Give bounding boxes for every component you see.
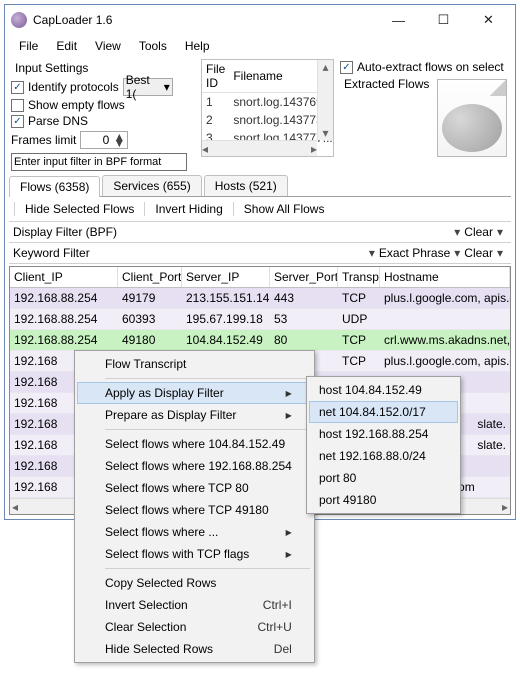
grid-body: 192.168.88.25449179213.155.151.149443TCP… (10, 288, 510, 498)
auto-extract-checkbox[interactable]: ✓ (340, 61, 353, 74)
display-filter-clear-dd[interactable]: ▾ (493, 225, 507, 239)
tab-hosts[interactable]: Hosts (521) (204, 175, 288, 196)
menu-view[interactable]: View (87, 37, 129, 55)
menu-file[interactable]: File (11, 37, 46, 55)
tab-services[interactable]: Services (655) (102, 175, 201, 196)
identify-protocols-label: Identify protocols (28, 80, 119, 94)
file-vscrollbar[interactable]: ▴▾ (317, 60, 333, 140)
extracted-panel: ✓ Auto-extract flows on select Extracted… (336, 57, 511, 173)
ctx-flow-transcript[interactable]: Flow Transcript (77, 353, 312, 375)
sub-host1[interactable]: host 104.84.152.49 (309, 379, 458, 401)
menu-tools[interactable]: Tools (131, 37, 175, 55)
sub-port49180[interactable]: port 49180 (309, 489, 458, 511)
ctx-select-tcp49180[interactable]: Select flows where TCP 49180 (77, 499, 312, 521)
ctx-prepare-filter[interactable]: Prepare as Display Filter▶ (77, 404, 312, 426)
parse-dns-checkbox[interactable]: ✓ (11, 115, 24, 128)
ctx-invert-selection[interactable]: Invert SelectionCtrl+I (77, 594, 312, 616)
ctx-hide-selected[interactable]: Hide Selected RowsDel (77, 638, 312, 660)
frames-limit-label: Frames limit (11, 133, 76, 147)
flows-grid: Client_IP Client_Port Server_IP Server_P… (9, 266, 511, 515)
minimize-button[interactable]: — (376, 5, 421, 35)
show-empty-label: Show empty flows (28, 98, 125, 112)
col-server-ip[interactable]: Server_IP (182, 267, 270, 287)
ctx-select-ip2[interactable]: Select flows where 192.168.88.254 (77, 455, 312, 477)
close-button[interactable]: ✕ (466, 5, 511, 35)
file-hscrollbar[interactable]: ◂▸ (202, 140, 317, 156)
keyword-clear[interactable]: Clear (464, 246, 493, 260)
tab-flows[interactable]: Flows (6358) (9, 176, 100, 197)
display-filter-row: Display Filter (BPF) ▾ Clear ▾ (9, 222, 511, 243)
grid-row[interactable]: 192.168.88.25449179213.155.151.149443TCP… (10, 288, 510, 309)
titlebar: CapLoader 1.6 — ☐ ✕ (5, 5, 515, 35)
show-empty-checkbox[interactable] (11, 99, 24, 112)
input-settings-label: Input Settings (11, 59, 92, 77)
extracted-thumbnail[interactable] (437, 79, 507, 157)
keyword-clear-dd[interactable]: ▾ (493, 246, 507, 260)
display-filter-clear[interactable]: Clear (464, 225, 493, 239)
display-filter-label[interactable]: Display Filter (BPF) (13, 225, 117, 239)
context-menu: Flow Transcript Apply as Display Filter▶… (74, 350, 315, 663)
grid-header: Client_IP Client_Port Server_IP Server_P… (10, 267, 510, 288)
ctx-copy-rows[interactable]: Copy Selected Rows (77, 572, 312, 594)
ctx-select-tcp80[interactable]: Select flows where TCP 80 (77, 477, 312, 499)
ctx-select-ip1[interactable]: Select flows where 104.84.152.49 (77, 433, 312, 455)
grid-row-selected[interactable]: 192.168.88.25449180104.84.152.4980TCPcrl… (10, 330, 510, 351)
frames-limit-value[interactable] (81, 132, 111, 148)
frames-limit-spinner[interactable]: ▲▼ (80, 131, 128, 149)
ctx-clear-selection[interactable]: Clear SelectionCtrl+U (77, 616, 312, 638)
file-list: File ID Filename 1snort.log.143769... 2s… (201, 59, 334, 157)
menu-help[interactable]: Help (177, 37, 218, 55)
keyword-mode-dropdown[interactable]: ▾ (450, 246, 464, 260)
extracted-flows-label: Extracted Flows (340, 75, 433, 93)
app-logo-icon (11, 12, 27, 28)
sub-host2[interactable]: host 192.168.88.254 (309, 423, 458, 445)
identify-protocols-checkbox[interactable]: ✓ (11, 81, 24, 94)
file-row[interactable]: 2snort.log.143773... (202, 111, 334, 129)
window-title: CapLoader 1.6 (33, 13, 376, 27)
tabs: Flows (6358) Services (655) Hosts (521) (9, 175, 511, 197)
keyword-filter-label[interactable]: Keyword Filter (13, 246, 90, 260)
invert-hiding-button[interactable]: Invert Hiding (149, 200, 228, 218)
col-transport[interactable]: Transp (338, 267, 380, 287)
sub-net1[interactable]: net 104.84.152.0/17 (309, 401, 458, 423)
col-client-ip[interactable]: Client_IP (10, 267, 118, 287)
ctx-apply-filter[interactable]: Apply as Display Filter▶ (77, 382, 312, 404)
grid-row[interactable]: 192.168.88.25460393195.67.199.1853UDP (10, 309, 510, 330)
col-hostname[interactable]: Hostname (380, 267, 510, 287)
menubar: File Edit View Tools Help (5, 35, 515, 57)
maximize-button[interactable]: ☐ (421, 5, 466, 35)
ctx-select-where[interactable]: Select flows where ...▶ (77, 521, 312, 543)
keyword-filter-dropdown[interactable]: ▾ (365, 246, 379, 260)
ctx-select-tcp-flags[interactable]: Select flows with TCP flags▶ (77, 543, 312, 565)
hide-selected-button[interactable]: Hide Selected Flows (19, 200, 140, 218)
app-window: CapLoader 1.6 — ☐ ✕ File Edit View Tools… (4, 4, 516, 520)
keyword-mode[interactable]: Exact Phrase (379, 246, 450, 260)
input-settings-panel: Input Settings ✓ Identify protocols Best… (9, 57, 199, 173)
display-filter-dropdown[interactable]: ▾ (450, 225, 464, 239)
show-all-button[interactable]: Show All Flows (238, 200, 331, 218)
flows-toolbar: Hide Selected Flows Invert Hiding Show A… (9, 197, 511, 222)
col-client-port[interactable]: Client_Port (118, 267, 182, 287)
parse-dns-label: Parse DNS (28, 114, 88, 128)
context-submenu: host 104.84.152.49 net 104.84.152.0/17 h… (306, 376, 461, 514)
keyword-filter-row: Keyword Filter ▾ Exact Phrase ▾ Clear ▾ (9, 243, 511, 264)
col-server-port[interactable]: Server_Port (270, 267, 338, 287)
identify-protocols-select[interactable]: Best 1(▾ (123, 78, 173, 96)
sub-port80[interactable]: port 80 (309, 467, 458, 489)
menu-edit[interactable]: Edit (48, 37, 85, 55)
bpf-input[interactable] (11, 153, 187, 171)
file-id-header[interactable]: File ID (202, 60, 229, 93)
auto-extract-label: Auto-extract flows on select (357, 60, 504, 74)
file-row[interactable]: 1snort.log.143769... (202, 93, 334, 112)
sub-net2[interactable]: net 192.168.88.0/24 (309, 445, 458, 467)
